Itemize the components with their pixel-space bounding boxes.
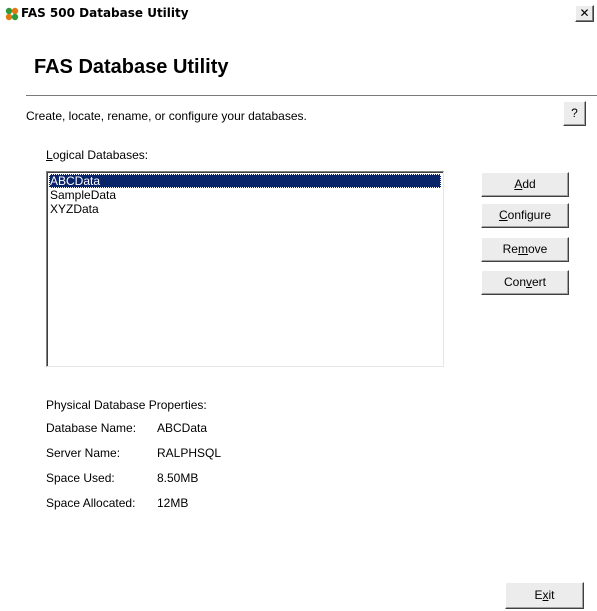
list-item-sampledata[interactable]: SampleData	[49, 188, 116, 202]
convert-button-label-post: ert	[532, 275, 547, 289]
convert-button-label-pre: Con	[503, 275, 526, 289]
exit-button-label-pre: E	[534, 588, 543, 602]
prop-row-space-allocated: Space Allocated: 12MB	[0, 496, 597, 512]
prop-value: ABCData	[157, 421, 208, 435]
help-button[interactable]: ?	[563, 101, 586, 126]
remove-button-label-post: ove	[527, 242, 548, 256]
configure-button[interactable]: Configure	[481, 203, 569, 228]
prop-label: Server Name:	[46, 446, 121, 460]
prop-row-server-name: Server Name: RALPHSQL	[0, 446, 597, 462]
prop-row-space-used: Space Used: 8.50MB	[0, 471, 597, 487]
app-icon	[5, 7, 19, 21]
close-button[interactable]: ✕	[575, 5, 594, 22]
convert-button[interactable]: Convert	[481, 270, 569, 295]
page-title: FAS Database Utility	[34, 56, 229, 78]
description-text: Create, locate, rename, or configure you…	[26, 109, 307, 123]
window-title: FAS 500 Database Utility	[21, 6, 189, 20]
close-icon: ✕	[579, 6, 590, 20]
prop-label: Space Used:	[46, 471, 115, 485]
exit-button[interactable]: Exit	[505, 582, 584, 609]
logical-databases-mnemonic: L	[46, 148, 53, 162]
list-item-abcdata[interactable]: ABCData	[49, 174, 441, 188]
prop-label: Database Name:	[46, 421, 137, 435]
remove-button-mnemonic: m	[517, 242, 528, 256]
prop-value: 8.50MB	[157, 471, 199, 485]
prop-label: Space Allocated:	[46, 496, 136, 510]
configure-button-label-post: onfigure	[507, 208, 552, 222]
add-button-label-post: dd	[522, 177, 536, 191]
remove-button[interactable]: Remove	[481, 237, 569, 262]
prop-row-database-name: Database Name: ABCData	[0, 421, 597, 437]
logical-databases-label-text: ogical Databases:	[52, 148, 149, 162]
header-divider-highlight	[26, 96, 597, 97]
physical-properties-heading: Physical Database Properties:	[46, 398, 207, 412]
exit-button-label-post: it	[548, 588, 555, 602]
prop-value: RALPHSQL	[157, 446, 222, 460]
add-button[interactable]: Add	[481, 172, 569, 197]
configure-button-mnemonic: C	[498, 208, 508, 222]
prop-value: 12MB	[157, 496, 189, 510]
logical-databases-label: Logical Databases:	[46, 148, 148, 162]
logical-databases-list[interactable]: ABCData SampleData XYZData	[46, 171, 444, 367]
list-item-xyzdata[interactable]: XYZData	[49, 202, 99, 216]
remove-button-label-pre: Re	[502, 242, 518, 256]
title-bar[interactable]: FAS 500 Database Utility ✕	[0, 0, 597, 28]
